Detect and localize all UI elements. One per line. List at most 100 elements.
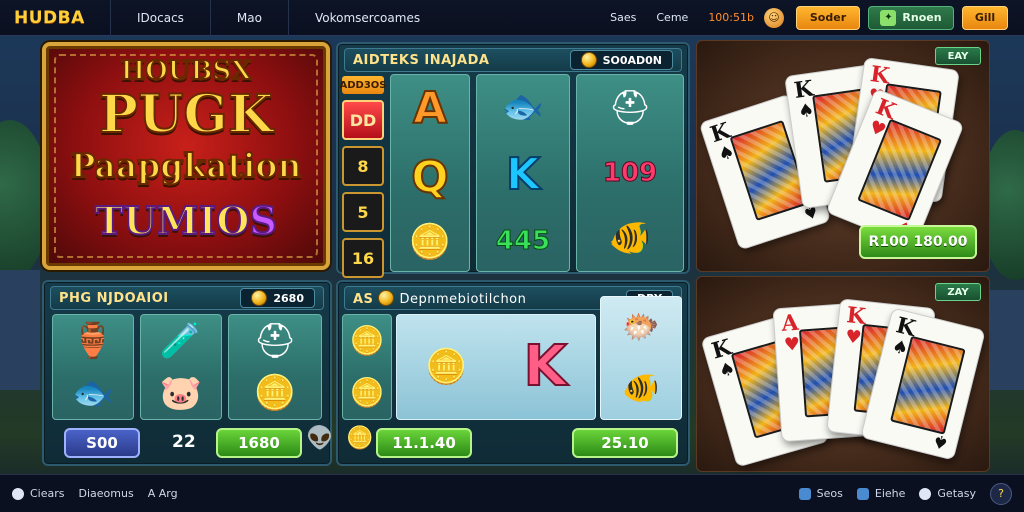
footer-link-diaeomus[interactable]: Diaeomus [79, 487, 134, 500]
deposit-button[interactable]: Soder [796, 5, 860, 30]
slot-left-badge: 2680 [240, 288, 315, 308]
slot-top-badge: SO0AD0N [569, 50, 673, 70]
title-line-3: Paapgkation [70, 145, 303, 186]
footer-link-arg[interactable]: A Arg [148, 487, 178, 500]
slot-mid-main-reel[interactable]: 🪙 K [396, 314, 596, 420]
slot-left-reel-1[interactable]: 🏺 🐟 [52, 314, 134, 420]
footer-bar: Ciears Diaeomus A Arg Seos Eiehe Getasy … [0, 474, 1024, 512]
slot-left-title: PHG NJDOAIOI [59, 290, 169, 306]
wallet-icon: ✦ [880, 9, 897, 26]
nav-link-mao[interactable]: Mao [209, 0, 288, 36]
slot-left-reel-3[interactable]: ⛑ 🪙 [228, 314, 322, 420]
card-bottom-tag: ZAY [935, 283, 981, 301]
nav-link-saes[interactable]: Saes [600, 0, 646, 36]
slot-top-reel-2[interactable]: 🐟 K 445 [476, 74, 570, 272]
side-multiplier-cell[interactable]: 5 [342, 192, 384, 232]
help-icon[interactable]: ? [990, 482, 1012, 505]
app-logo[interactable]: HUDBA [0, 0, 110, 36]
mid-total-display[interactable]: 11.1.40 [376, 428, 472, 458]
gift-button[interactable]: Gill [962, 5, 1008, 30]
bet-amount-display[interactable]: S00 [64, 428, 140, 458]
card-rank: A [780, 309, 800, 337]
bronze-helmet-icon: ⛑ [253, 321, 297, 361]
spade-icon: ♠ [930, 429, 951, 454]
gold-coin-icon: 🪙 [349, 324, 385, 357]
symbol-k: K [505, 148, 541, 200]
account-button[interactable]: ✦ Rnoen [868, 5, 954, 30]
slot-top-reel-1[interactable]: A Q 🪙 [390, 74, 470, 272]
nav-link-ceme[interactable]: Ceme [646, 0, 698, 36]
nav-link-balance[interactable]: 100:51b [698, 0, 764, 36]
slot-left-reel-2[interactable]: 🧪 🐷 [140, 314, 222, 420]
footer-link-label: Ciears [30, 487, 65, 500]
slot-machine-top: AIDTEKS INAJADA SO0AD0N ADD3OS DD 8 5 16… [336, 42, 690, 278]
side-multiplier-cell[interactable]: 16 [342, 238, 384, 278]
card-top-tag: EAY [935, 47, 981, 65]
title-line-4: TUMIOS [46, 197, 326, 244]
coin-icon [580, 52, 597, 68]
golden-chest-icon: 🏺 [71, 321, 115, 361]
symbol-number: 109 [602, 157, 658, 188]
golden-helmet-icon: ⛑ [608, 88, 652, 129]
shield-icon [798, 487, 811, 500]
background-house [0, 270, 40, 390]
slot-left-header: PHG NJDOAIOI 2680 [50, 286, 324, 310]
card-table-top: EAY K ♠ ♠ K ♠ ♠ K ♥ ♥ K ♥ ♥ R100 180.00 [696, 40, 990, 272]
slot-top-side-multipliers: ADD3OS DD 8 5 16 [340, 76, 387, 278]
green-fish-icon: 🐠 [608, 217, 652, 258]
chat-icon [856, 487, 869, 500]
footer-link-label: Seos [816, 487, 843, 500]
blue-fish-icon: 🐟 [71, 373, 115, 413]
nav-link-games[interactable]: Vokomsercoames [287, 0, 446, 36]
slot-left-badge-value: 2680 [273, 291, 304, 305]
slot-top-title: AIDTEKS INAJADA [353, 52, 490, 68]
background-house [990, 290, 1024, 390]
footer-link-label: Getasy [937, 487, 976, 500]
slot-machine-left: PHG NJDOAIOI 2680 🏺 🐟 🧪 🐷 ⛑ 🪙 S00 22 168… [42, 280, 333, 466]
slot-top-badge-value: SO0AD0N [602, 53, 662, 67]
slot-mid-title-text: Depnmebiotilchon [399, 291, 527, 307]
heart-icon: ♥ [783, 333, 801, 356]
coin-icon [251, 290, 268, 306]
side-multiplier-cell[interactable]: DD [342, 100, 384, 140]
card-table-bottom: ZAY K ♠ ♠ A ♥ ♥ K ♥ ♥ K ♠ ♠ [696, 276, 990, 472]
title-line-2: PUGK [98, 83, 274, 146]
red-fish-icon: 🐠 [622, 370, 660, 406]
win-amount-display[interactable]: 1680 [216, 428, 302, 458]
alien-icon[interactable]: 👽 [306, 428, 333, 450]
nav-link-docs[interactable]: IDocacs [110, 0, 210, 36]
gold-coin-icon: 🪙 [253, 373, 297, 413]
card-win-display[interactable]: R100 180.00 [859, 225, 977, 259]
slot-mid-coin-column[interactable]: 🪙 🪙 [342, 314, 392, 420]
gold-coin-stack-icon: 🪙 [408, 221, 452, 262]
footer-link-label: A Arg [147, 487, 178, 500]
coin-icon-small: 🪙 [346, 426, 374, 451]
pink-pig-icon: 🐷 [159, 373, 203, 413]
symbol-number: 445 [495, 226, 551, 257]
symbol-a: A [412, 83, 448, 135]
game-title-banner[interactable]: HOUBSX PUGK Paapgkation TUMIOS [42, 42, 330, 270]
settings-icon [12, 487, 24, 500]
slot-top-reel-3[interactable]: ⛑ 109 🐠 [576, 74, 684, 272]
footer-link-label: Diaeomus [78, 487, 134, 500]
slot-mid-fish-column[interactable]: 🐡 🐠 [600, 296, 682, 420]
green-bottle-icon: 🧪 [159, 321, 203, 361]
slot-mid-title: AS Depnmebiotilchon [353, 289, 527, 307]
slot-machine-middle: AS Depnmebiotilchon DRY 🪙 🪙 🪙 K 🐡 🐠 🪙 11… [336, 280, 690, 466]
footer-link-seos[interactable]: Seos [798, 487, 843, 500]
avatar[interactable]: ☺ [764, 7, 784, 28]
side-multiplier-cell[interactable]: 8 [342, 146, 384, 186]
lines-count: 22 [172, 432, 196, 452]
slot-mid-title-prefix: AS [353, 291, 374, 307]
footer-link-clears[interactable]: Ciears [12, 487, 65, 500]
title-line-1: HOUBSX [120, 55, 253, 87]
symbol-q: Q [410, 151, 449, 203]
footer-link-eiehe[interactable]: Eiehe [856, 487, 905, 500]
footer-link-getasy[interactable]: Getasy [919, 487, 976, 500]
mid-win-display[interactable]: 25.10 [572, 428, 678, 458]
symbol-k-pink: K [523, 334, 568, 399]
side-multiplier-label: ADD3OS [340, 76, 387, 94]
title-line-4-main: TUMIO [94, 197, 250, 244]
title-line-4-accent: S [248, 197, 277, 244]
top-bar: HUDBA IDocacs Mao Vokomsercoames Saes Ce… [0, 0, 1024, 36]
